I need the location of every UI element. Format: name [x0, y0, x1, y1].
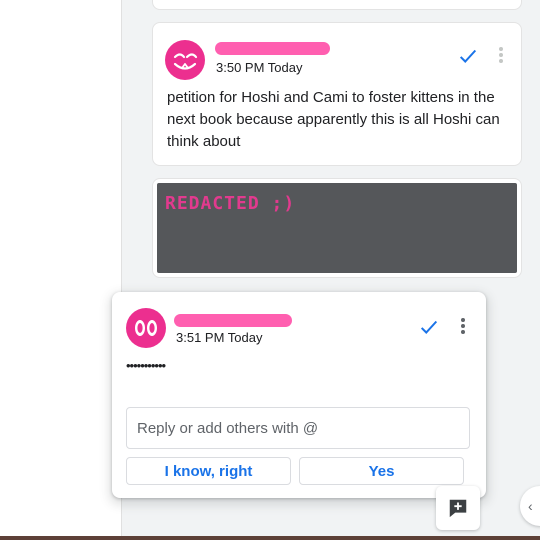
- more-vert-icon[interactable]: [458, 316, 468, 338]
- comment-timestamp: 3:50 PM Today: [216, 60, 303, 75]
- active-comment-card[interactable]: 3:51 PM Today ••••••••••• I know, right …: [112, 292, 486, 498]
- image-comment-card[interactable]: REDACTED ;): [152, 178, 522, 278]
- reply-input[interactable]: [126, 407, 470, 449]
- comment-body: •••••••••••: [126, 358, 166, 373]
- more-vert-icon[interactable]: [496, 45, 506, 67]
- comment-card[interactable]: 3:50 PM Today petition for Hoshi and Cam…: [152, 22, 522, 166]
- side-panel-toggle[interactable]: ‹: [520, 486, 540, 526]
- add-comment-button[interactable]: [436, 486, 480, 530]
- chevron-left-icon: ‹: [528, 498, 533, 514]
- avatar[interactable]: [126, 308, 166, 348]
- author-name-redaction: [215, 42, 330, 55]
- eyes-icon: [135, 320, 157, 336]
- author-name-redaction: [174, 314, 292, 327]
- document-page: [0, 0, 122, 540]
- comment-timestamp: 3:51 PM Today: [176, 330, 263, 345]
- avatar[interactable]: [165, 40, 205, 80]
- check-icon[interactable]: [418, 316, 440, 338]
- smart-reply-button[interactable]: Yes: [299, 457, 464, 485]
- smiling-face-icon: [173, 53, 198, 70]
- previous-comment-card[interactable]: [152, 0, 522, 10]
- redacted-label: REDACTED ;): [165, 193, 296, 214]
- add-comment-icon: [449, 499, 467, 518]
- redacted-image: REDACTED ;): [157, 183, 517, 273]
- check-icon[interactable]: [457, 45, 479, 67]
- comment-body: petition for Hoshi and Cami to foster ki…: [167, 89, 500, 150]
- bottom-bar: [0, 536, 540, 540]
- smart-reply-button[interactable]: I know, right: [126, 457, 291, 485]
